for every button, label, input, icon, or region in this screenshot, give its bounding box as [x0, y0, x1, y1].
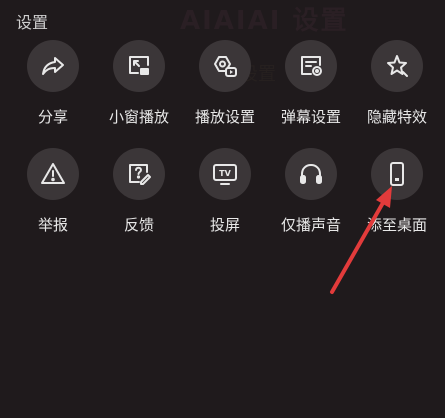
- hide-effects-icon: [371, 40, 423, 92]
- settings-row-2: 举报 反馈 TV 投屏 仅播声音 添至桌面: [0, 148, 445, 248]
- cast-label: 投屏: [209, 216, 240, 234]
- report-button[interactable]: 举报: [8, 148, 98, 235]
- danmaku-settings-icon: [285, 40, 337, 92]
- report-label: 举报: [37, 216, 68, 234]
- panel-title: 设置: [16, 13, 49, 32]
- feedback-label: 反馈: [123, 216, 154, 234]
- tv-cast-icon: TV: [199, 148, 251, 200]
- share-icon: [27, 40, 79, 92]
- hide-effects-label: 隐藏特效: [366, 108, 427, 126]
- mini-window-button[interactable]: 小窗播放: [94, 40, 184, 127]
- mini-window-label: 小窗播放: [108, 108, 169, 126]
- cast-button[interactable]: TV 投屏: [180, 148, 270, 235]
- headphones-icon: [285, 148, 337, 200]
- warning-icon: [27, 148, 79, 200]
- background-video-text: AIAIAI 设置: [180, 6, 349, 36]
- share-button[interactable]: 分享: [8, 40, 98, 127]
- play-settings-label: 播放设置: [194, 108, 255, 126]
- feedback-button[interactable]: 反馈: [94, 148, 184, 235]
- phone-icon: [371, 148, 423, 200]
- share-label: 分享: [37, 108, 68, 126]
- danmaku-settings-label: 弹幕设置: [280, 108, 341, 126]
- play-settings-button[interactable]: 播放设置: [180, 40, 270, 127]
- audio-only-button[interactable]: 仅播声音: [266, 148, 356, 235]
- danmaku-settings-button[interactable]: 弹幕设置: [266, 40, 356, 127]
- add-to-desktop-label: 添至桌面: [366, 216, 427, 234]
- add-to-desktop-button[interactable]: 添至桌面: [352, 148, 442, 235]
- settings-row-1: 分享 小窗播放 播放设置 弹幕设置 隐藏特效: [0, 40, 445, 140]
- play-settings-icon: [199, 40, 251, 92]
- svg-text:TV: TV: [219, 169, 231, 178]
- picture-in-picture-icon: [113, 40, 165, 92]
- feedback-icon: [113, 148, 165, 200]
- hide-effects-button[interactable]: 隐藏特效: [352, 40, 442, 127]
- audio-only-label: 仅播声音: [280, 216, 341, 234]
